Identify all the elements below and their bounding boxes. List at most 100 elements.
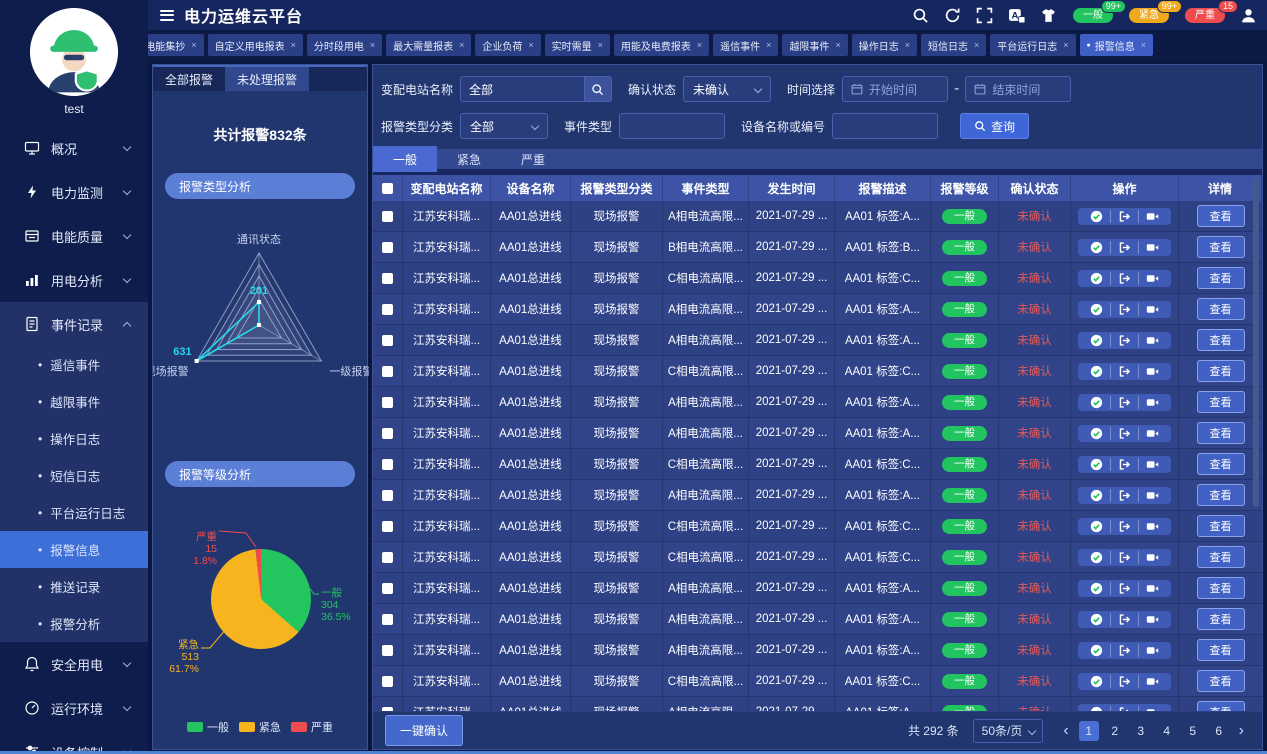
sidebar-subitem[interactable]: •短信日志 xyxy=(0,457,148,494)
urgent-alarm-badge[interactable]: 紧急99+ xyxy=(1129,8,1169,23)
confirm-icon[interactable] xyxy=(1083,458,1110,471)
page-number[interactable]: 5 xyxy=(1183,721,1203,741)
sidebar-subitem[interactable]: •平台运行日志 xyxy=(0,494,148,531)
sidebar-subitem[interactable]: •报警信息 xyxy=(0,531,148,568)
view-button[interactable]: 查看 xyxy=(1197,639,1245,661)
device-field[interactable] xyxy=(833,119,937,133)
sidebar-item[interactable]: 电力监测 xyxy=(0,170,148,214)
view-button[interactable]: 查看 xyxy=(1197,298,1245,320)
confirm-icon[interactable] xyxy=(1083,644,1110,657)
view-button[interactable]: 查看 xyxy=(1197,391,1245,413)
video-icon[interactable] xyxy=(1138,241,1166,254)
window-tab[interactable]: 平台运行日志× xyxy=(990,34,1075,56)
row-checkbox[interactable] xyxy=(382,428,393,439)
row-checkbox[interactable] xyxy=(382,583,393,594)
close-icon[interactable]: × xyxy=(459,40,464,50)
row-checkbox[interactable] xyxy=(382,242,393,253)
row-checkbox[interactable] xyxy=(382,614,393,625)
window-tab[interactable]: 最大需量报表× xyxy=(386,34,471,56)
video-icon[interactable] xyxy=(1138,334,1166,347)
confirm-icon[interactable] xyxy=(1083,613,1110,626)
row-checkbox[interactable] xyxy=(382,676,393,687)
sidebar-subitem[interactable]: •操作日志 xyxy=(0,420,148,457)
event-type-input[interactable] xyxy=(619,113,725,139)
push-icon[interactable] xyxy=(1110,613,1138,626)
close-icon[interactable]: × xyxy=(697,40,702,50)
sidebar-subitem[interactable]: •遥信事件 xyxy=(0,346,148,383)
close-icon[interactable]: × xyxy=(1141,40,1146,50)
row-checkbox[interactable] xyxy=(382,490,393,501)
window-tab[interactable]: 分时段用电× xyxy=(307,34,382,56)
row-checkbox[interactable] xyxy=(382,645,393,656)
general-alarm-badge[interactable]: 一般99+ xyxy=(1073,8,1113,23)
level-subtab[interactable]: 紧急 xyxy=(437,146,501,172)
refresh-icon[interactable] xyxy=(944,7,961,24)
view-button[interactable]: 查看 xyxy=(1197,515,1245,537)
fullscreen-icon[interactable] xyxy=(976,7,993,24)
start-time-input[interactable]: 开始时间 xyxy=(842,76,948,102)
confirm-icon[interactable] xyxy=(1083,241,1110,254)
confirm-all-button[interactable]: 一键确认 xyxy=(385,715,463,746)
close-icon[interactable]: × xyxy=(528,40,533,50)
page-number[interactable]: 3 xyxy=(1131,721,1151,741)
video-icon[interactable] xyxy=(1138,210,1166,223)
event-type-field[interactable] xyxy=(620,119,724,133)
row-checkbox[interactable] xyxy=(382,366,393,377)
next-page-button[interactable]: › xyxy=(1233,722,1250,740)
video-icon[interactable] xyxy=(1138,675,1166,688)
push-icon[interactable] xyxy=(1110,520,1138,533)
push-icon[interactable] xyxy=(1110,241,1138,254)
video-icon[interactable] xyxy=(1138,396,1166,409)
window-tab[interactable]: 短信日志× xyxy=(921,34,986,56)
push-icon[interactable] xyxy=(1110,427,1138,440)
close-icon[interactable]: × xyxy=(766,40,771,50)
search-icon[interactable] xyxy=(912,7,929,24)
page-number[interactable]: 6 xyxy=(1209,721,1229,741)
confirm-icon[interactable] xyxy=(1083,334,1110,347)
end-time-input[interactable]: 结束时间 xyxy=(965,76,1071,102)
page-number[interactable]: 1 xyxy=(1079,721,1099,741)
video-icon[interactable] xyxy=(1138,427,1166,440)
push-icon[interactable] xyxy=(1110,365,1138,378)
close-icon[interactable]: × xyxy=(191,40,196,50)
push-icon[interactable] xyxy=(1110,458,1138,471)
stats-tab[interactable]: 未处理报警 xyxy=(225,67,309,91)
sidebar-subitem[interactable]: •报警分析 xyxy=(0,605,148,642)
video-icon[interactable] xyxy=(1138,272,1166,285)
sidebar-item[interactable]: 事件记录 xyxy=(0,302,148,346)
window-tab[interactable]: 实时需量× xyxy=(545,34,610,56)
video-icon[interactable] xyxy=(1138,520,1166,533)
row-checkbox[interactable] xyxy=(382,211,393,222)
sidebar-item[interactable]: 用电分析 xyxy=(0,258,148,302)
close-icon[interactable]: × xyxy=(905,40,910,50)
header-checkbox[interactable] xyxy=(382,183,393,194)
push-icon[interactable] xyxy=(1110,644,1138,657)
station-input-field[interactable] xyxy=(461,82,584,96)
close-icon[interactable]: × xyxy=(974,40,979,50)
push-icon[interactable] xyxy=(1110,675,1138,688)
row-checkbox[interactable] xyxy=(382,273,393,284)
video-icon[interactable] xyxy=(1138,489,1166,502)
view-button[interactable]: 查看 xyxy=(1197,329,1245,351)
confirm-icon[interactable] xyxy=(1083,582,1110,595)
alarm-type-select[interactable]: 全部 xyxy=(460,113,548,139)
window-tab[interactable]: 遥信事件× xyxy=(713,34,778,56)
page-number[interactable]: 4 xyxy=(1157,721,1177,741)
row-checkbox[interactable] xyxy=(382,335,393,346)
confirm-icon[interactable] xyxy=(1083,489,1110,502)
confirm-icon[interactable] xyxy=(1083,675,1110,688)
device-input[interactable] xyxy=(832,113,938,139)
prev-page-button[interactable]: ‹ xyxy=(1057,722,1074,740)
row-checkbox[interactable] xyxy=(382,459,393,470)
row-checkbox[interactable] xyxy=(382,397,393,408)
page-size-select[interactable]: 50条/页 xyxy=(973,719,1044,743)
row-checkbox[interactable] xyxy=(382,552,393,563)
close-icon[interactable]: × xyxy=(291,40,296,50)
close-icon[interactable]: × xyxy=(370,40,375,50)
view-button[interactable]: 查看 xyxy=(1197,236,1245,258)
avatar[interactable] xyxy=(30,8,118,96)
translate-icon[interactable]: A xyxy=(1008,7,1025,24)
confirm-icon[interactable] xyxy=(1083,520,1110,533)
window-tab[interactable]: ●报警信息× xyxy=(1080,34,1154,56)
sidebar-subitem[interactable]: •推送记录 xyxy=(0,568,148,605)
